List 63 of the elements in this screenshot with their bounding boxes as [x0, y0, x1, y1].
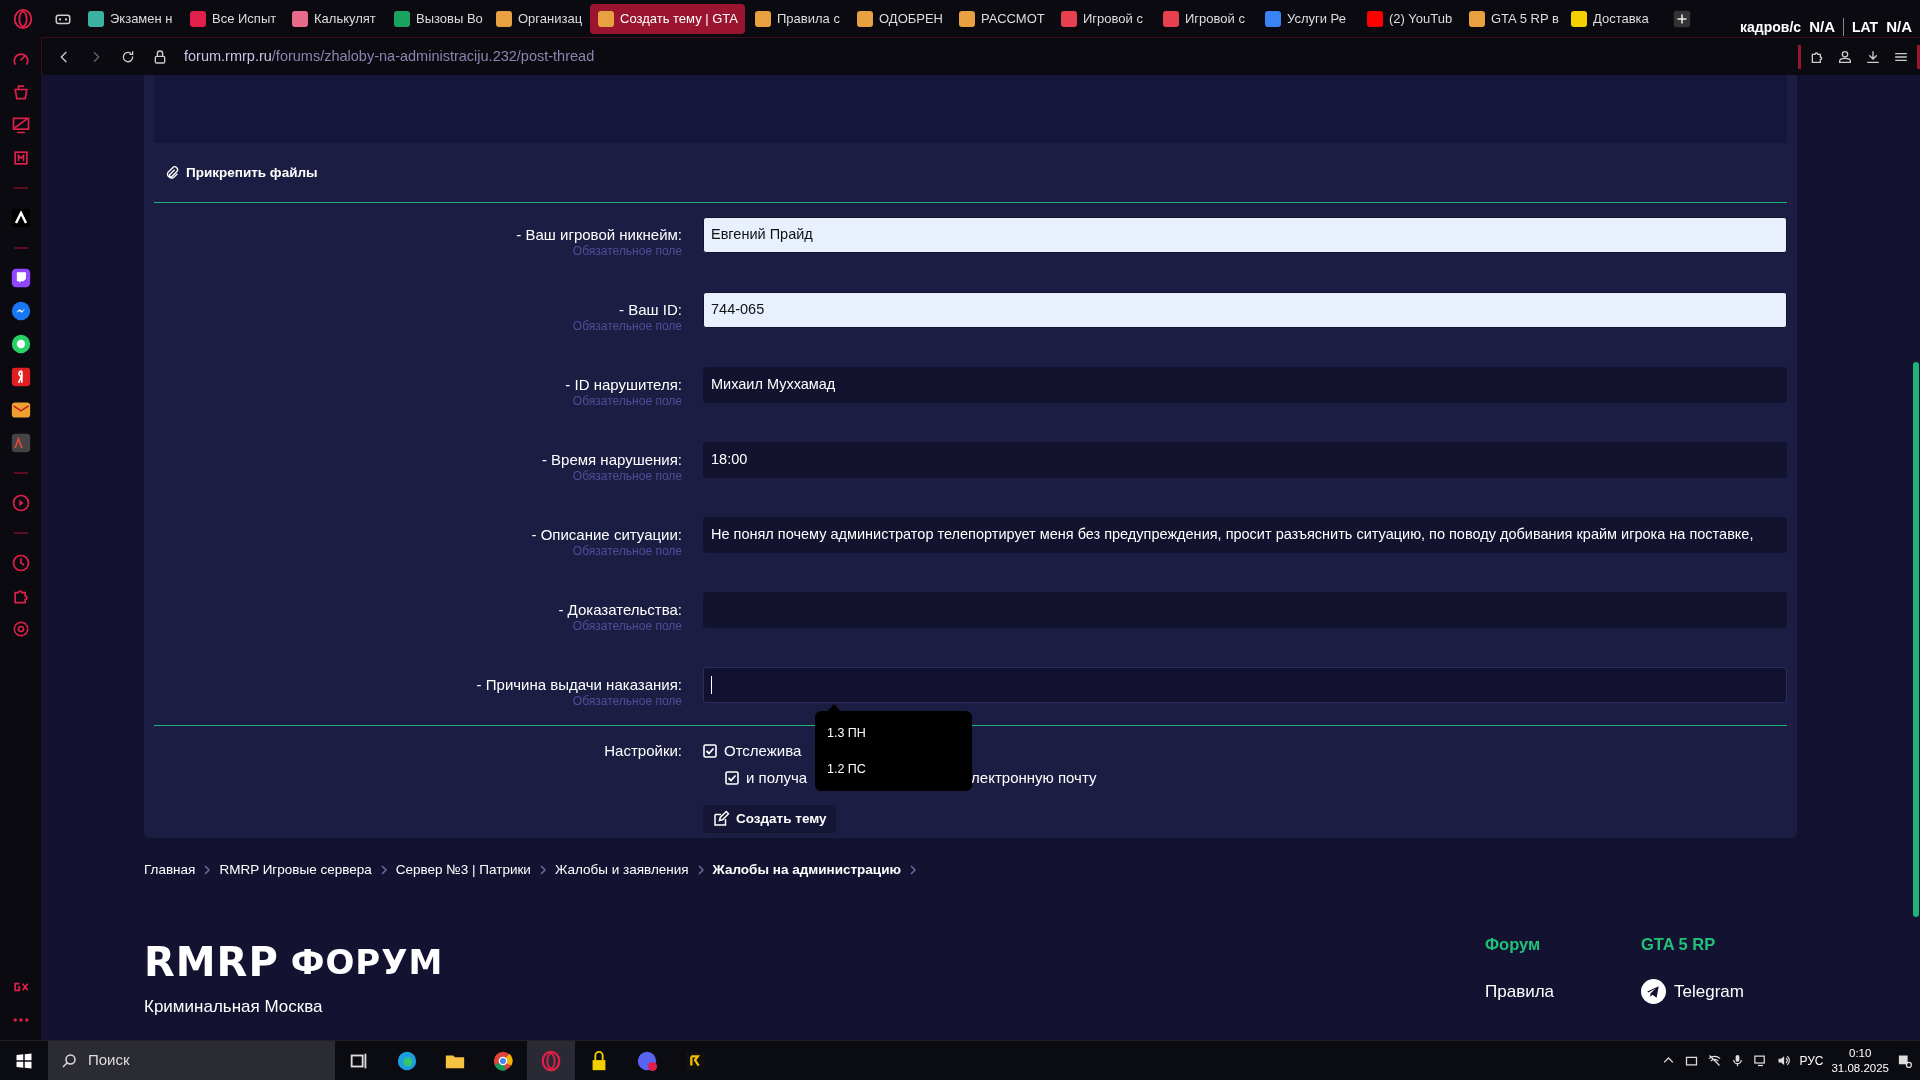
- breadcrumb-link[interactable]: Жалобы и заявления: [554, 859, 689, 881]
- browser-tab[interactable]: Правила с: [747, 3, 847, 34]
- required-hint: Обязательное поле: [571, 244, 682, 259]
- stat-label: LAT: [1851, 17, 1879, 37]
- required-hint: Обязательное поле: [571, 469, 682, 484]
- language-indicator[interactable]: РУС: [1799, 1051, 1824, 1070]
- breadcrumb-link[interactable]: Сервер №3 | Патрики: [395, 859, 531, 881]
- settings-label: Настройки:: [603, 741, 682, 761]
- breadcrumb-link[interactable]: Жалобы на администрацию: [712, 859, 901, 881]
- field-label: - Ваш игровой никнейм:: [515, 226, 682, 244]
- browser-tab[interactable]: ОДОБРЕН: [849, 3, 949, 34]
- tagline: Криминальная Москва: [144, 996, 324, 1018]
- option-label: и получа: [746, 768, 808, 788]
- browser-tab[interactable]: Организац: [488, 3, 588, 34]
- stat-value: N/A: [1886, 17, 1912, 37]
- autocomplete-item[interactable]: 1.3 ПН: [815, 715, 972, 751]
- breadcrumb-link[interactable]: RMRP Игровые сервера: [219, 859, 372, 881]
- field-label: - ID нарушителя:: [564, 376, 682, 394]
- browser-tab[interactable]: Калькулят: [284, 3, 384, 34]
- field-label: - Время нарушения:: [540, 451, 682, 469]
- autocomplete-item[interactable]: 1.2 ПС: [815, 751, 972, 787]
- breadcrumb-link[interactable]: Главная: [144, 859, 196, 881]
- required-hint: Обязательное поле: [571, 694, 682, 709]
- stat-value: N/A: [1809, 17, 1835, 37]
- required-hint: Обязательное поле: [571, 319, 682, 334]
- browser-tab[interactable]: Услуги Ре: [1257, 3, 1357, 34]
- clock-date: 31.08.2025: [1831, 1060, 1889, 1076]
- browser-tab[interactable]: Игровой с: [1053, 3, 1153, 34]
- url-text[interactable]: forum.rmrp.ru/forums/zhaloby-na-administraciju.232/post-thread: [184, 45, 595, 68]
- browser-tab[interactable]: (2) YouTub: [1359, 3, 1459, 34]
- field-label: - Причина выдачи наказания:: [475, 676, 682, 694]
- browser-tab[interactable]: Игровой с: [1155, 3, 1255, 34]
- browser-tab[interactable]: Доставка: [1563, 3, 1663, 34]
- footer-heading-link[interactable]: GTA 5 RP: [1641, 932, 1797, 957]
- logo-text: ФОРУМ: [290, 942, 444, 982]
- logo-text: RMRP: [144, 942, 279, 982]
- create-topic-button[interactable]: Создать тему: [703, 805, 836, 833]
- input-field[interactable]: Михаил Муххамад: [703, 367, 1787, 403]
- taskbar-search[interactable]: Поиск: [48, 1040, 335, 1080]
- input-field[interactable]: 18:00: [703, 442, 1787, 478]
- option-label: Отслежива: [724, 741, 802, 761]
- field-label: - Ваш ID:: [618, 301, 682, 319]
- attach-files-button[interactable]: Прикрепить файлы: [164, 163, 318, 183]
- clock-time: 0:10: [1848, 1045, 1873, 1061]
- required-hint: Обязательное поле: [571, 394, 682, 409]
- browser-tab[interactable]: РАССМОТ: [951, 3, 1051, 34]
- browser-tab[interactable]: Все Испыт: [182, 3, 282, 34]
- field-label: - Доказательства:: [557, 601, 682, 619]
- input-field[interactable]: 744-065: [703, 292, 1787, 328]
- footer-link[interactable]: Правила: [1485, 978, 1641, 1005]
- browser-tab[interactable]: Создать тему | GTA: [590, 3, 745, 34]
- browser-tab[interactable]: GTA 5 RP в: [1461, 3, 1561, 34]
- stat-label: кадров/с: [1740, 17, 1802, 37]
- input-field[interactable]: Не понял почему администратор телепортирует меня без предупреждения, просит разъяснить ситуацию, по поводу добивания крайм игрока на поставке,: [703, 517, 1787, 553]
- field-label: - Описание ситуации:: [530, 526, 682, 544]
- footer-link[interactable]: Telegram: [1641, 978, 1797, 1005]
- input-field[interactable]: Евгений Прайд: [703, 217, 1787, 253]
- option-label: лектронную почту: [971, 768, 1097, 788]
- browser-tab[interactable]: Вызовы Во: [386, 3, 486, 34]
- required-hint: Обязательное поле: [571, 619, 682, 634]
- footer-heading-link[interactable]: Форум: [1485, 932, 1641, 957]
- required-hint: Обязательное поле: [571, 544, 682, 559]
- browser-tab[interactable]: Экзамен н: [80, 3, 180, 34]
